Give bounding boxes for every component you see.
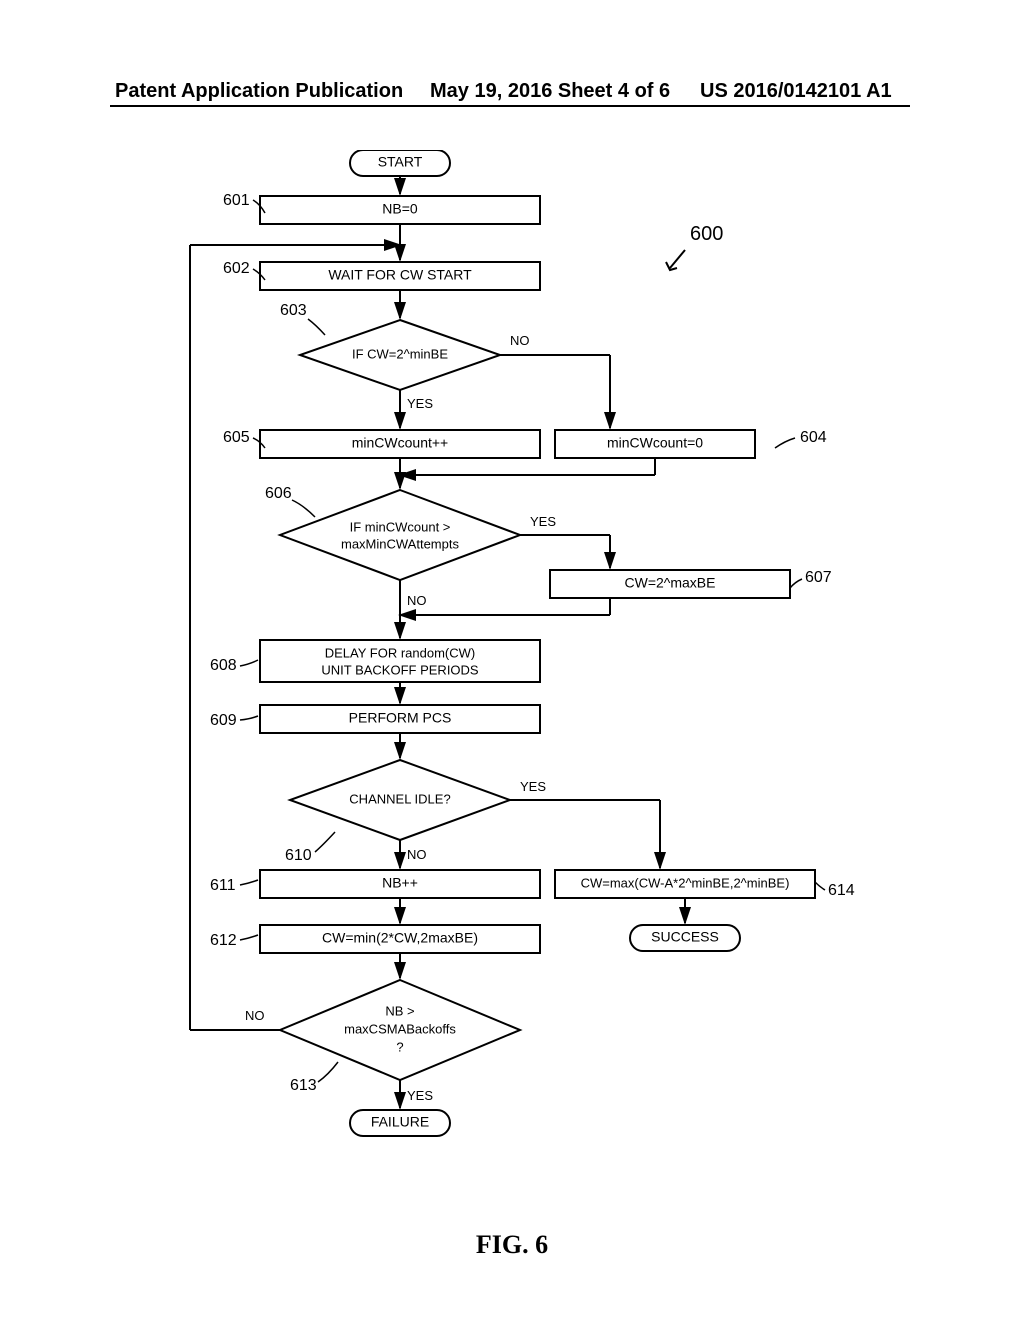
header-divider [110, 105, 910, 107]
svg-text:minCWcount=0: minCWcount=0 [607, 435, 703, 451]
node-607: CW=2^maxBE [550, 570, 790, 598]
svg-text:SUCCESS: SUCCESS [651, 929, 719, 945]
svg-text:PERFORM PCS: PERFORM PCS [349, 710, 452, 726]
svg-text:maxMinCWAttempts: maxMinCWAttempts [341, 536, 459, 551]
label-607: 607 [805, 569, 832, 586]
label-612: 612 [210, 932, 237, 949]
edge-no-606: NO [407, 593, 427, 608]
start-node: START [350, 150, 450, 176]
flowchart-diagram: START NB=0 601 WAIT FOR CW START 602 [110, 150, 910, 1250]
edge-yes-603: YES [407, 396, 433, 411]
svg-text:FAILURE: FAILURE [371, 1114, 429, 1130]
node-604: minCWcount=0 [555, 430, 755, 458]
svg-text:DELAY FOR random(CW): DELAY FOR random(CW) [325, 645, 476, 660]
svg-text:CW=max(CW-A*2^minBE,2^minBE): CW=max(CW-A*2^minBE,2^minBE) [581, 875, 790, 890]
label-606: 606 [265, 485, 292, 502]
label-608: 608 [210, 657, 237, 674]
svg-text:IF CW=2^minBE: IF CW=2^minBE [352, 346, 448, 361]
svg-text:NB >: NB > [385, 1003, 414, 1018]
label-602: 602 [223, 260, 250, 277]
svg-text:WAIT FOR CW START: WAIT FOR CW START [328, 267, 472, 283]
node-611: NB++ [260, 870, 540, 898]
label-611: 611 [210, 877, 236, 894]
label-600: 600 [690, 223, 723, 245]
node-612: CW=min(2*CW,2maxBE) [260, 925, 540, 953]
figure-caption: FIG. 6 [0, 1230, 1024, 1260]
label-605: 605 [223, 429, 250, 446]
node-608: DELAY FOR random(CW) UNIT BACKOFF PERIOD… [260, 640, 540, 682]
svg-text:CHANNEL IDLE?: CHANNEL IDLE? [349, 791, 450, 806]
node-601: NB=0 [260, 196, 540, 224]
node-602: WAIT FOR CW START [260, 262, 540, 290]
label-601: 601 [223, 192, 250, 209]
edge-no-613: NO [245, 1008, 265, 1023]
label-610: 610 [285, 847, 312, 864]
svg-text:CW=2^maxBE: CW=2^maxBE [625, 575, 716, 591]
label-613: 613 [290, 1077, 317, 1094]
node-613: NB > maxCSMABackoffs ? [280, 980, 520, 1080]
edge-yes-613: YES [407, 1088, 433, 1103]
svg-text:minCWcount++: minCWcount++ [352, 435, 448, 451]
svg-text:UNIT BACKOFF PERIODS: UNIT BACKOFF PERIODS [321, 662, 479, 677]
svg-text:NB++: NB++ [382, 875, 418, 891]
node-606: IF minCWcount > maxMinCWAttempts [280, 490, 520, 580]
svg-text:NB=0: NB=0 [382, 201, 418, 217]
edge-no-603: NO [510, 333, 530, 348]
edge-yes-606: YES [530, 514, 556, 529]
label-609: 609 [210, 712, 237, 729]
svg-text:?: ? [396, 1039, 403, 1054]
edge-yes-610: YES [520, 779, 546, 794]
svg-text:maxCSMABackoffs: maxCSMABackoffs [344, 1021, 456, 1036]
svg-text:IF minCWcount >: IF minCWcount > [350, 519, 451, 534]
svg-text:START: START [378, 154, 423, 170]
header-left: Patent Application Publication [115, 80, 403, 103]
header-center: May 19, 2016 Sheet 4 of 6 [430, 80, 670, 103]
svg-text:CW=min(2*CW,2maxBE): CW=min(2*CW,2maxBE) [322, 930, 478, 946]
success-node: SUCCESS [630, 925, 740, 951]
node-605: minCWcount++ [260, 430, 540, 458]
node-609: PERFORM PCS [260, 705, 540, 733]
header-right: US 2016/0142101 A1 [700, 80, 892, 103]
failure-node: FAILURE [350, 1110, 450, 1136]
label-614: 614 [828, 882, 855, 899]
label-604: 604 [800, 429, 827, 446]
node-610: CHANNEL IDLE? [290, 760, 510, 840]
label-603: 603 [280, 302, 307, 319]
node-603: IF CW=2^minBE [300, 320, 500, 390]
node-614: CW=max(CW-A*2^minBE,2^minBE) [555, 870, 815, 898]
edge-no-610: NO [407, 847, 427, 862]
